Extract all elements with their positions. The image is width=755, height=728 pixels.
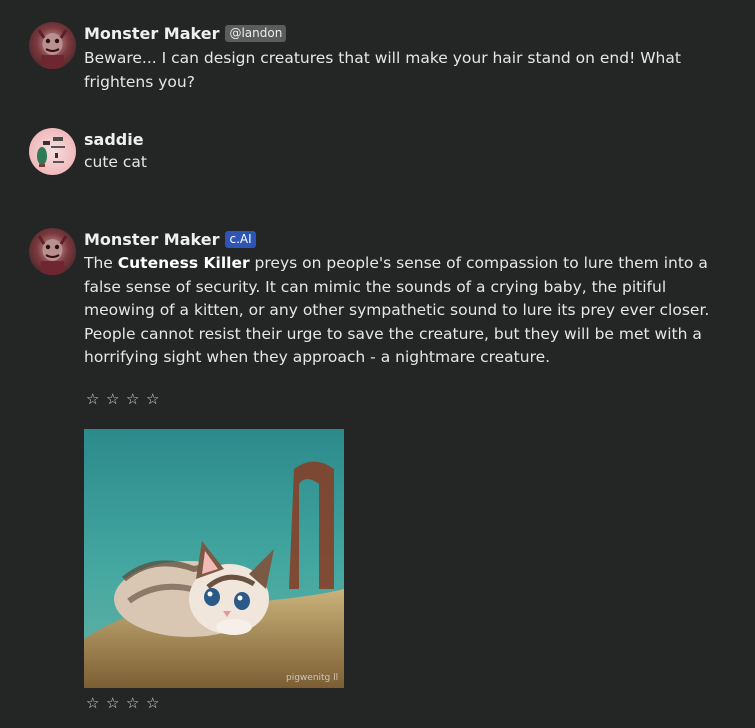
message-text: The Cuteness Killer preys on people's se…: [84, 252, 734, 370]
star-icon[interactable]: ☆: [106, 694, 119, 712]
text-before: The: [84, 254, 118, 272]
message-text: cute cat: [84, 153, 147, 171]
star-icon[interactable]: ☆: [146, 694, 159, 712]
creator-badge[interactable]: @landon: [225, 25, 287, 42]
star-icon[interactable]: ☆: [86, 390, 99, 408]
saddie-avatar[interactable]: [29, 128, 76, 175]
creature-name: Cuteness Killer: [117, 254, 250, 272]
monster-maker-avatar[interactable]: [29, 228, 76, 275]
ai-badge: c.AI: [225, 231, 256, 248]
author-name: Monster Maker: [84, 230, 220, 249]
star-icon[interactable]: ☆: [126, 694, 139, 712]
message-text: Beware... I can design creatures that wi…: [84, 49, 681, 91]
image-watermark: pigwenitg ll: [286, 673, 339, 683]
star-icon[interactable]: ☆: [146, 390, 159, 408]
star-icon[interactable]: ☆: [106, 390, 119, 408]
author-name: Monster Maker: [84, 24, 220, 43]
star-icon[interactable]: ☆: [126, 390, 139, 408]
monster-maker-avatar[interactable]: [29, 22, 76, 69]
author-name: saddie: [84, 130, 144, 149]
rating-stars: ☆ ☆ ☆ ☆: [86, 390, 159, 408]
generated-kitten-image[interactable]: [84, 429, 344, 688]
rating-stars: ☆ ☆ ☆ ☆: [86, 694, 159, 712]
star-icon[interactable]: ☆: [86, 694, 99, 712]
